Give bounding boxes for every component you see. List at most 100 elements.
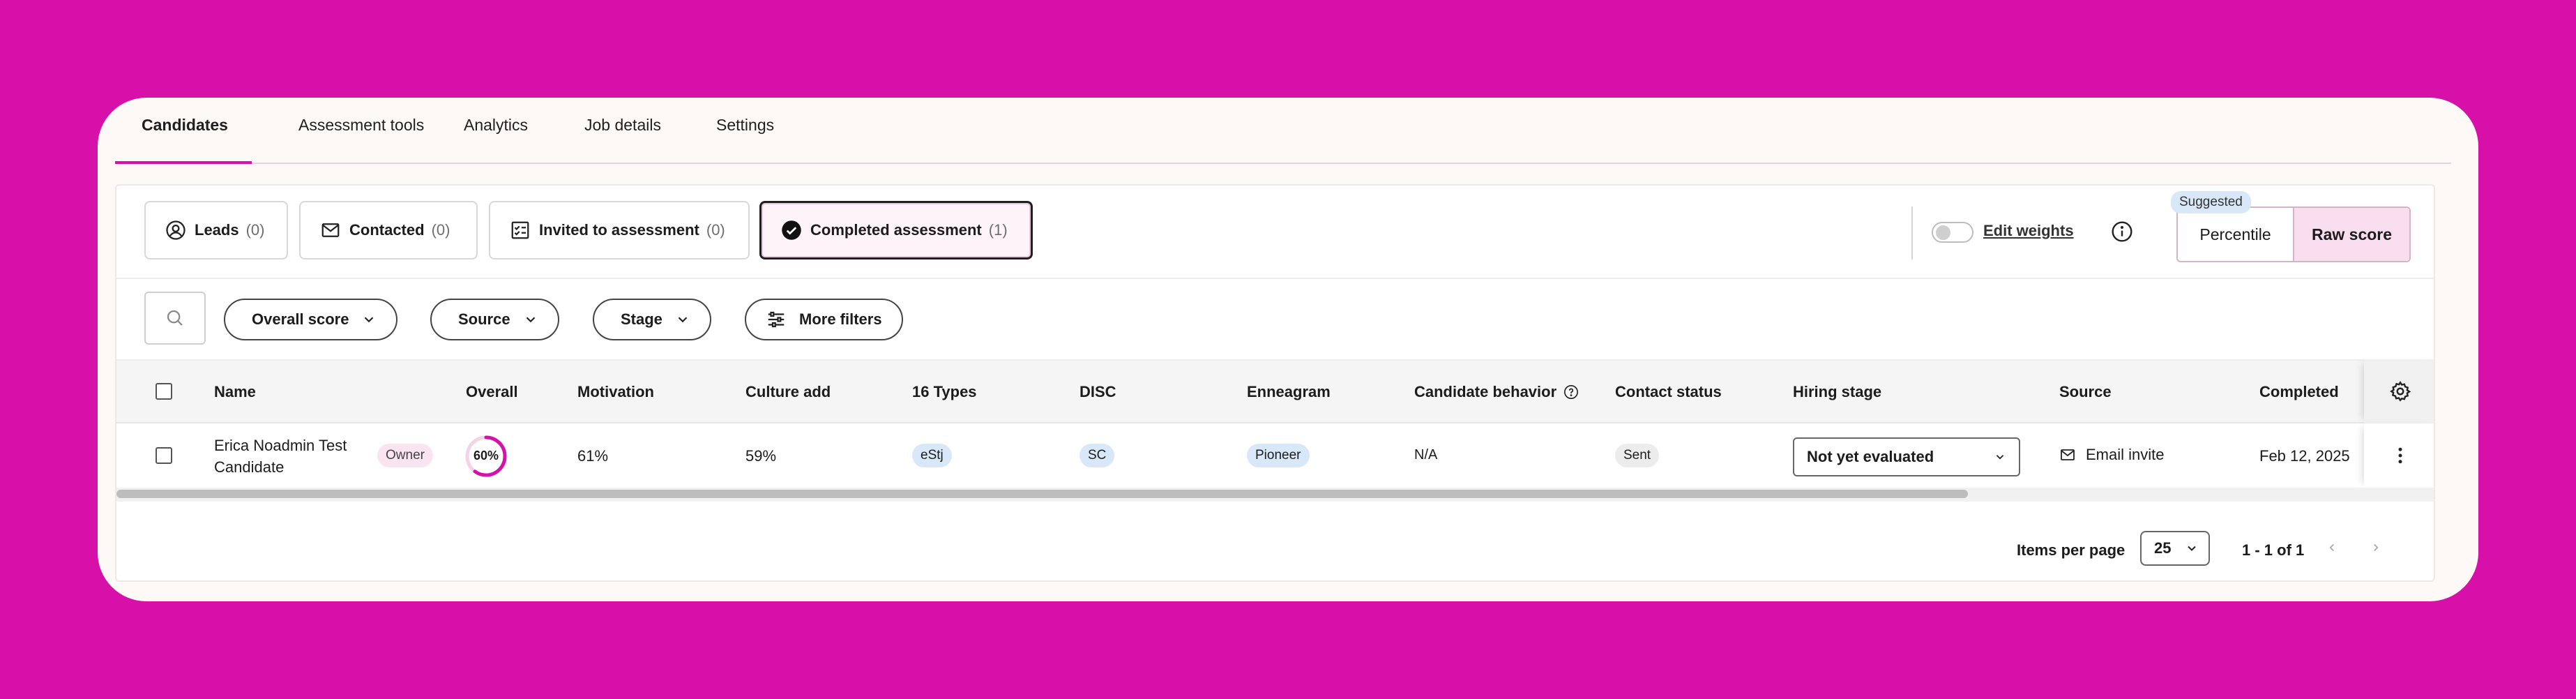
- source-cell: Email invite: [2059, 446, 2164, 464]
- hiring-stage-select[interactable]: Not yet evaluated: [1793, 437, 2020, 476]
- overall-score-filter[interactable]: Overall score: [224, 299, 398, 340]
- stage-label: Invited to assessment: [539, 221, 699, 239]
- stage-completed-button[interactable]: Completed assessment (1): [759, 201, 1033, 260]
- stage-filter[interactable]: Stage: [593, 299, 711, 340]
- chevron-down-icon: [365, 317, 374, 323]
- source-filter[interactable]: Source: [430, 299, 559, 340]
- percentile-option[interactable]: Percentile: [2178, 208, 2293, 261]
- culture-add-value: 59%: [745, 447, 777, 465]
- filter-label: More filters: [799, 310, 882, 328]
- items-per-page-value: 25: [2154, 539, 2172, 557]
- stage-count: (0): [245, 221, 265, 239]
- disc-badge: SC: [1079, 444, 1115, 467]
- source-value: Email invite: [2086, 446, 2165, 463]
- overall-score-ring: 60%: [464, 435, 508, 478]
- candidates-card: Candidates Assessment tools Analytics Jo…: [98, 98, 2478, 601]
- edit-weights-link[interactable]: Edit weights: [1983, 222, 2074, 240]
- table-row[interactable]: Erica Noadmin Test Candidate Owner 60% 6…: [116, 423, 2434, 488]
- more-vertical-icon[interactable]: [2390, 445, 2411, 466]
- column-header[interactable]: Overall: [466, 383, 518, 401]
- column-header[interactable]: Culture add: [745, 383, 831, 401]
- column-settings-cell: [2364, 359, 2434, 423]
- tab-settings[interactable]: Settings: [716, 116, 774, 135]
- filter-label: Source: [458, 310, 510, 328]
- active-tab-indicator: [115, 161, 252, 164]
- items-per-page-label: Items per page: [2017, 541, 2126, 559]
- search-button[interactable]: [144, 292, 206, 345]
- types16-badge: eStj: [912, 444, 952, 467]
- check-circle-icon: [782, 220, 801, 240]
- suggested-badge: Suggested: [2171, 191, 2251, 213]
- column-header[interactable]: Candidate behavior: [1414, 383, 1579, 401]
- motivation-value: 61%: [577, 447, 609, 465]
- candidate-behavior-value: N/A: [1414, 447, 1438, 463]
- chevron-down-icon: [526, 317, 535, 323]
- chevron-down-icon: [1996, 455, 2004, 460]
- chevron-down-icon: [678, 317, 688, 323]
- mail-icon: [321, 223, 340, 237]
- user-circle-icon: [166, 220, 185, 240]
- column-header[interactable]: Motivation: [577, 383, 654, 401]
- name-line-1: Erica Noadmin Test: [214, 437, 347, 454]
- stage-label: Completed assessment: [810, 221, 982, 239]
- column-header[interactable]: Source: [2059, 383, 2112, 401]
- name-line-2: Candidate: [214, 458, 285, 476]
- stage-contacted-button[interactable]: Contacted (0): [299, 201, 478, 260]
- filter-label: Stage: [621, 310, 662, 328]
- items-per-page-select[interactable]: 25: [2140, 531, 2210, 566]
- column-header[interactable]: Enneagram: [1247, 383, 1331, 401]
- top-nav: Candidates Assessment tools Analytics Jo…: [115, 98, 2451, 164]
- chevron-left-icon: [2329, 543, 2334, 552]
- completed-value: Feb 12, 2025: [2259, 447, 2350, 465]
- search-icon: [167, 310, 183, 326]
- tab-analytics[interactable]: Analytics: [464, 116, 528, 135]
- row-actions-cell: [2364, 423, 2434, 488]
- column-header[interactable]: Hiring stage: [1793, 383, 1881, 401]
- stage-count: (0): [431, 221, 450, 239]
- tab-candidates[interactable]: Candidates: [142, 116, 228, 135]
- edit-weights-toggle[interactable]: [1932, 222, 1973, 243]
- gear-icon[interactable]: [2389, 380, 2411, 403]
- stage-count: (0): [706, 221, 725, 239]
- horizontal-scrollbar[interactable]: [116, 488, 2434, 502]
- owner-badge: Owner: [377, 444, 433, 467]
- tab-job-details[interactable]: Job details: [584, 116, 661, 135]
- help-icon[interactable]: [1563, 384, 1579, 400]
- overall-score-text: 60%: [473, 449, 499, 463]
- candidate-name[interactable]: Erica Noadmin Test Candidate: [214, 435, 347, 478]
- more-filters-button[interactable]: More filters: [745, 299, 903, 340]
- chevron-down-icon: [2188, 546, 2196, 551]
- header-divider: [1911, 206, 1913, 260]
- pagination-range: 1 - 1 of 1: [2242, 541, 2305, 559]
- column-header[interactable]: Name: [214, 383, 256, 401]
- scrollbar-thumb[interactable]: [116, 490, 1968, 498]
- enneagram-badge: Pioneer: [1247, 444, 1310, 467]
- tab-assessment-tools[interactable]: Assessment tools: [298, 116, 424, 135]
- toggle-knob: [1936, 225, 1950, 240]
- raw-score-option[interactable]: Raw score: [2293, 208, 2409, 261]
- next-page-button[interactable]: [2366, 538, 2386, 557]
- stage-invited-button[interactable]: Invited to assessment (0): [489, 201, 750, 260]
- sticky-actions-column: [2364, 359, 2434, 488]
- stage-leads-button[interactable]: Leads (0): [144, 201, 288, 260]
- stage-label: Contacted: [349, 221, 425, 239]
- column-header[interactable]: DISC: [1079, 383, 1116, 401]
- chevron-right-icon: [2374, 543, 2379, 552]
- score-mode-toggle: Percentile Raw score: [2176, 206, 2411, 262]
- candidates-panel: Leads (0) Contacted (0) Invited to asses…: [115, 184, 2435, 582]
- mail-icon: [2061, 449, 2075, 460]
- stage-label: Leads: [195, 221, 239, 239]
- info-icon[interactable]: [2111, 220, 2133, 243]
- row-checkbox[interactable]: [156, 447, 172, 464]
- column-header[interactable]: 16 Types: [912, 383, 977, 401]
- checklist-icon: [511, 221, 529, 239]
- hiring-stage-value: Not yet evaluated: [1807, 448, 1934, 465]
- select-all-checkbox[interactable]: [156, 383, 172, 400]
- previous-page-button[interactable]: [2322, 538, 2342, 557]
- column-label: Candidate behavior: [1414, 383, 1557, 400]
- contact-status-badge: Sent: [1615, 444, 1660, 467]
- column-header[interactable]: Completed: [2259, 383, 2339, 401]
- filter-label: Overall score: [252, 310, 349, 328]
- divider: [116, 278, 2434, 279]
- column-header[interactable]: Contact status: [1615, 383, 1722, 401]
